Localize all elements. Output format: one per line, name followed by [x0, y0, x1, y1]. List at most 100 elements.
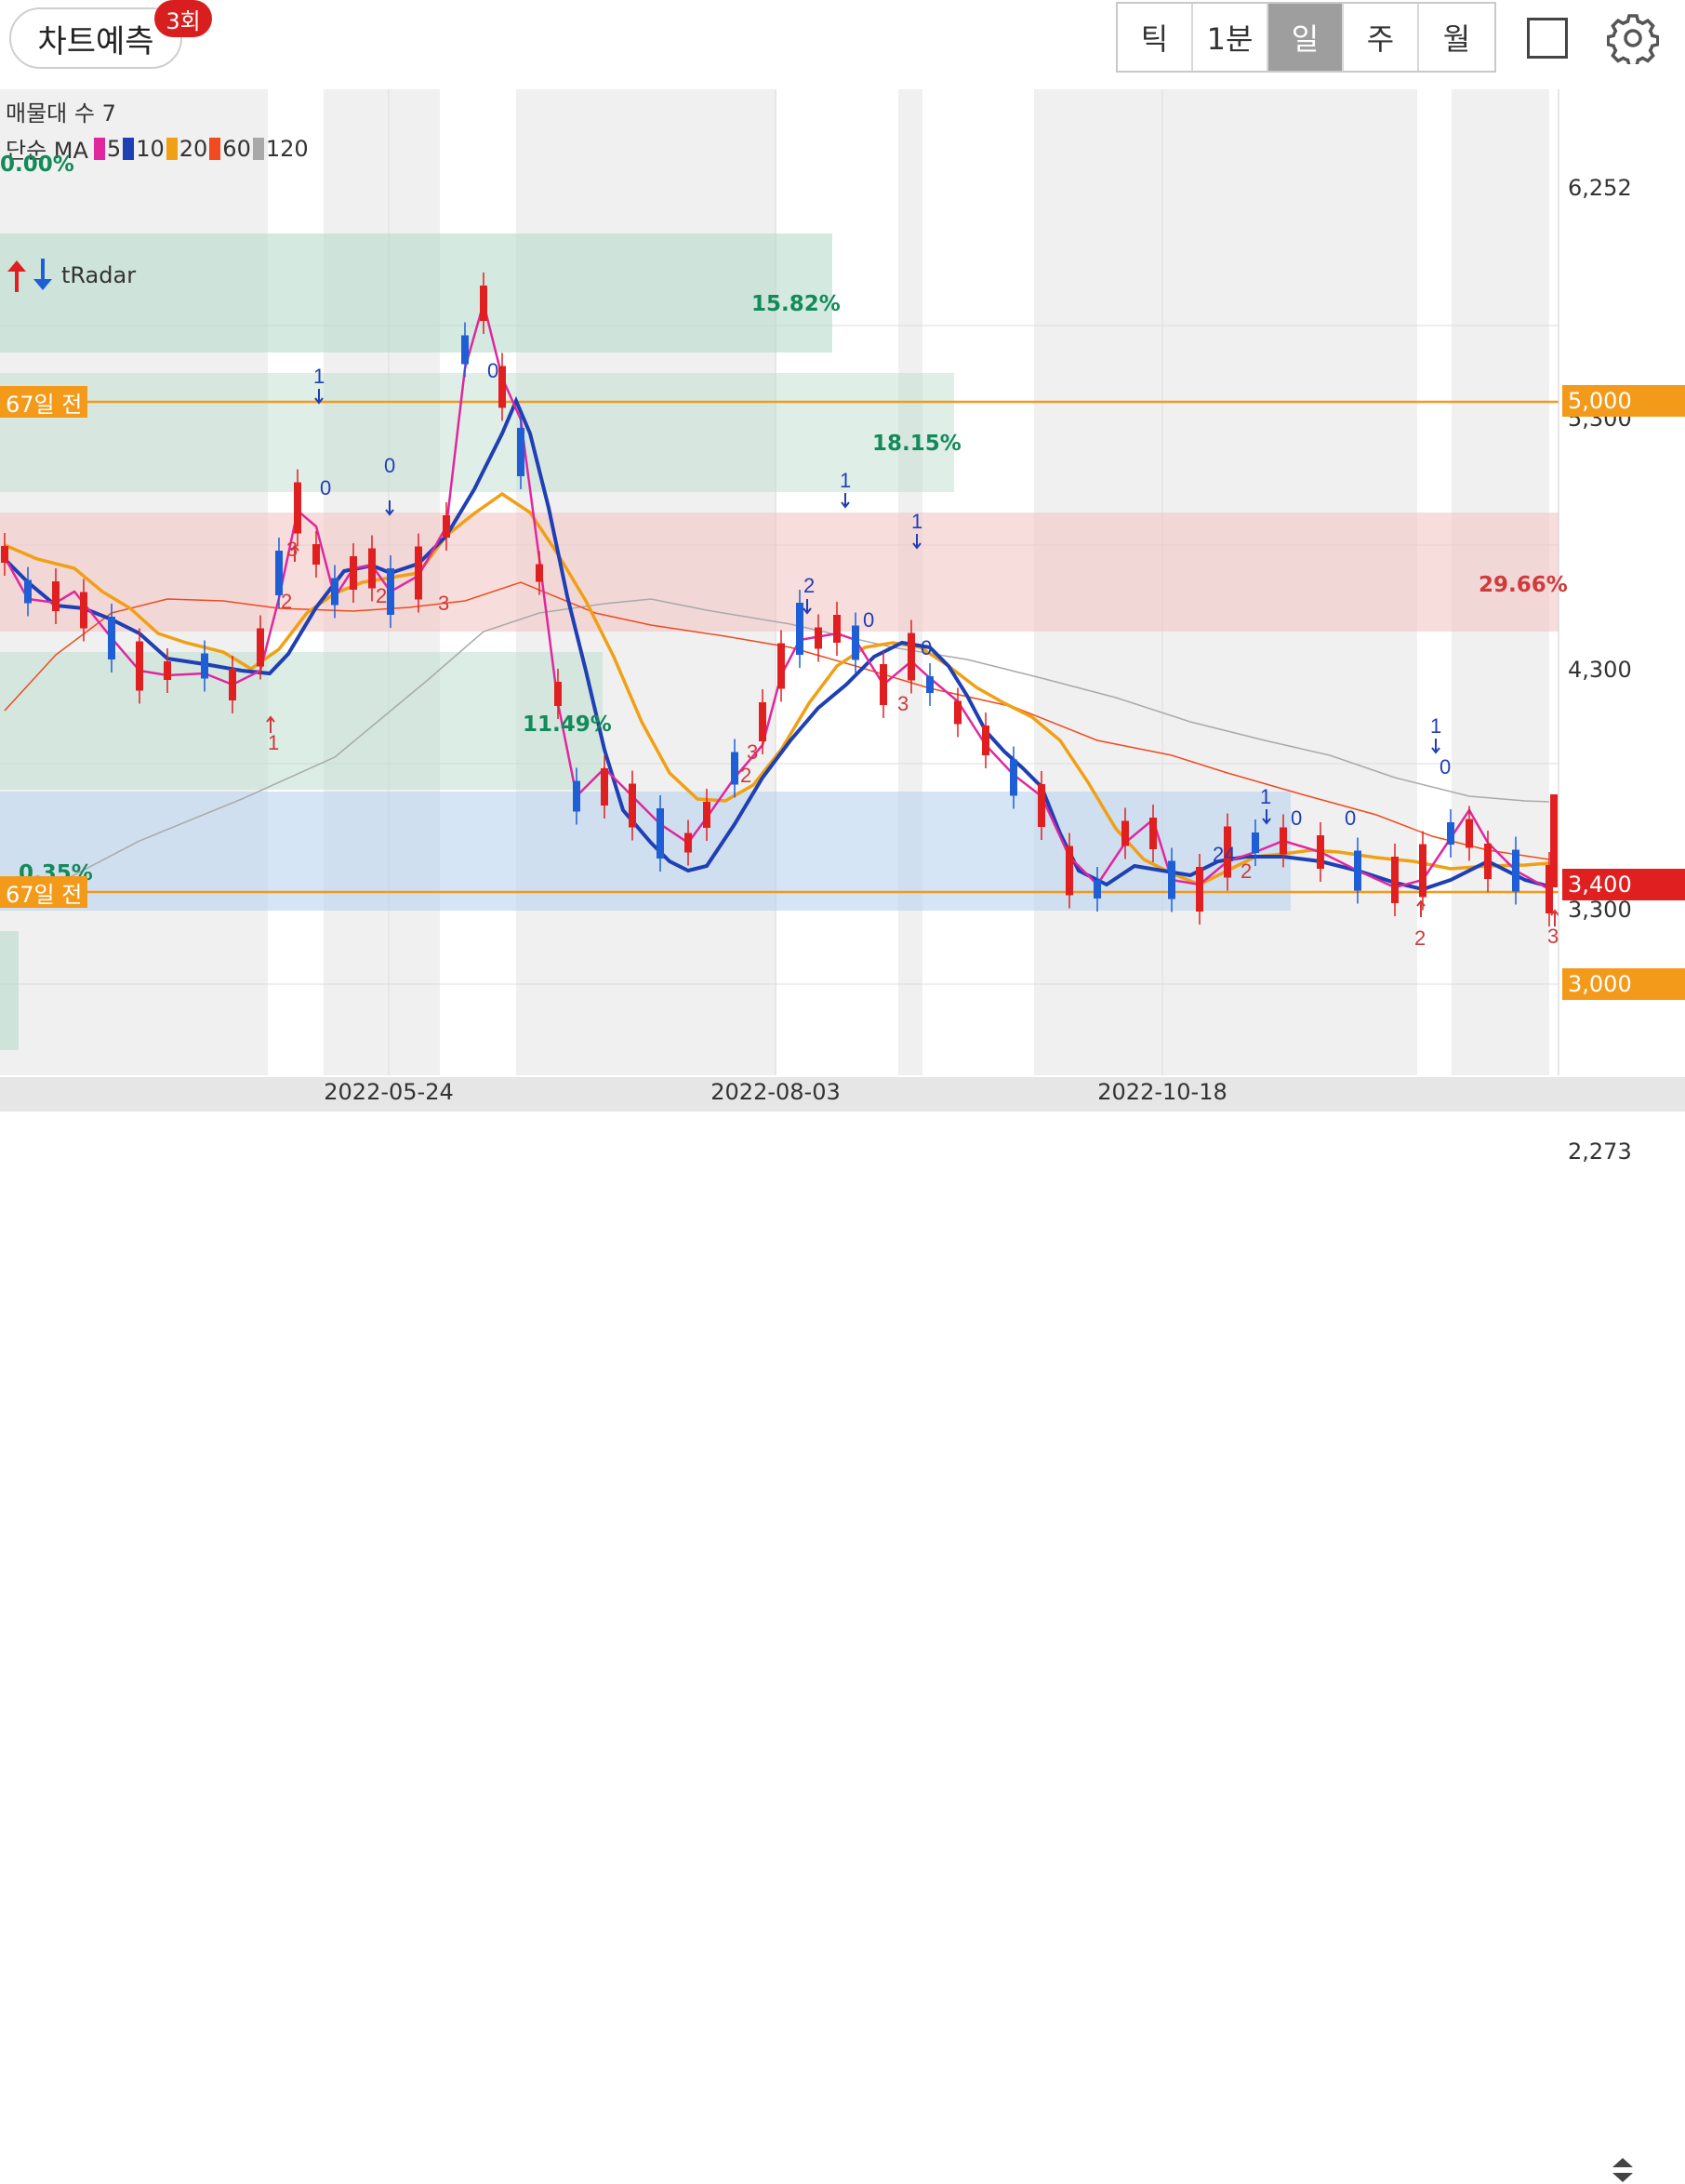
candle-body — [1252, 832, 1259, 853]
candle-body — [1550, 794, 1558, 887]
candle-body — [777, 643, 785, 689]
candle-body — [880, 664, 887, 705]
candle-body — [1094, 880, 1101, 899]
svg-text:0: 0 — [1291, 806, 1302, 830]
candle-body — [1038, 784, 1045, 827]
period-week-tab[interactable]: 주 — [1344, 4, 1419, 71]
svg-text:1: 1 — [911, 510, 922, 533]
zone-percent-4: 11.49% — [523, 712, 612, 737]
svg-text:3: 3 — [1547, 925, 1559, 948]
candle-body — [108, 617, 115, 659]
ma-5-legend: 5 — [93, 136, 121, 162]
x-axis-date-1: 2022-05-24 — [324, 1079, 454, 1105]
candle-body — [554, 682, 562, 706]
candle-body — [275, 551, 283, 595]
ma-60-legend: 60 — [209, 136, 251, 162]
scroll-handle-icon[interactable] — [1607, 2156, 1639, 2184]
candle-body — [657, 808, 664, 859]
candle-body — [1447, 822, 1454, 845]
svg-text:3: 3 — [897, 692, 909, 715]
candle-body — [703, 802, 710, 828]
candle-body — [1354, 850, 1361, 891]
ma-120-legend: 120 — [252, 136, 309, 162]
svg-text:1: 1 — [1260, 785, 1271, 808]
tradar-legend[interactable]: tRadar — [4, 259, 136, 292]
predict-count-badge: 3회 — [154, 0, 212, 37]
tradar-arrows-icon — [7, 259, 52, 292]
square-icon[interactable] — [1527, 18, 1568, 59]
chart-canvas: 1 3 2 1 0 0 2 3 0 2 1 0 3 1 0 2 3 1 0 0 … — [0, 89, 1685, 1075]
chart-predict-label: 차트예측 — [37, 22, 154, 60]
candle-body — [629, 783, 636, 828]
price-tick-3: 4,300 — [1568, 657, 1632, 683]
ma-20-legend: 20 — [166, 136, 207, 162]
candle-body — [387, 568, 394, 615]
candle-body — [350, 556, 357, 590]
candle-body — [1512, 849, 1519, 892]
svg-text:2: 2 — [1414, 926, 1426, 950]
candle-body — [796, 603, 803, 655]
reference-line-tag-lower: 67일 전 — [0, 876, 88, 908]
candle-body — [759, 702, 766, 741]
svg-text:2: 2 — [803, 574, 815, 597]
candle-body — [331, 578, 338, 606]
candle-body — [1391, 857, 1399, 903]
reference-line-tag-upper: 67일 전 — [0, 386, 88, 418]
period-1min-tab[interactable]: 1분 — [1193, 4, 1268, 71]
candle-body — [852, 625, 859, 660]
candle-body — [461, 335, 469, 365]
svg-text:2: 2 — [376, 584, 387, 607]
candle-body — [368, 548, 376, 589]
svg-text:1: 1 — [1430, 714, 1441, 738]
candle-body — [257, 628, 264, 667]
svg-text:0: 0 — [320, 476, 331, 499]
candle-body — [1484, 844, 1492, 879]
candle-body — [80, 592, 87, 629]
ma-10-legend: 10 — [123, 136, 165, 162]
volume-profile-legend: 매물대 수 7 — [6, 100, 116, 127]
candle-body — [1168, 860, 1175, 899]
x-axis[interactable]: 2022-05-24 2022-08-03 2022-10-18 — [0, 1077, 1685, 2182]
svg-text:1: 1 — [268, 731, 279, 754]
price-tick-bottom: 2,273 — [1568, 1139, 1632, 1165]
candle-body — [443, 515, 450, 538]
period-month-tab[interactable]: 월 — [1419, 4, 1494, 71]
price-tick-4: 3,300 — [1568, 897, 1632, 923]
candle-body — [498, 366, 506, 408]
candle-body — [1196, 867, 1203, 912]
svg-text:0: 0 — [487, 359, 498, 382]
candle-body — [294, 482, 301, 534]
candlestick-chart[interactable]: 1 3 2 1 0 0 2 3 0 2 1 0 3 1 0 2 3 1 0 0 … — [0, 89, 1685, 1165]
svg-text:0: 0 — [1440, 755, 1451, 779]
candle-body — [536, 564, 543, 582]
svg-text:0: 0 — [921, 636, 932, 659]
tradar-percent: 0.00% — [0, 153, 74, 177]
candle-body — [1149, 818, 1157, 849]
candle-body — [926, 676, 934, 693]
candle-body — [312, 544, 320, 565]
candle-body — [415, 546, 422, 600]
candle-body — [982, 726, 989, 755]
gear-icon[interactable] — [1606, 12, 1660, 68]
zone-percent-3: 29.66% — [1479, 573, 1568, 597]
tradar-label: tRadar — [61, 262, 137, 288]
svg-text:24: 24 — [1213, 843, 1235, 866]
price-tick-top: 6,252 — [1568, 175, 1632, 201]
candle-body — [731, 752, 738, 785]
period-day-tab[interactable]: 일 — [1268, 4, 1344, 71]
candle-body — [52, 581, 60, 611]
candle-body — [815, 627, 822, 649]
candle-body — [1466, 819, 1473, 848]
candle-body — [229, 669, 236, 700]
svg-text:2: 2 — [1241, 859, 1252, 883]
period-tick-tab[interactable]: 틱 — [1118, 4, 1193, 71]
top-toolbar: 차트예측 3회 틱 1분 일 주 월 — [0, 0, 1685, 91]
svg-text:0: 0 — [1345, 806, 1356, 830]
candle-body — [517, 428, 524, 476]
candle-body — [1280, 827, 1287, 855]
candle-body — [833, 615, 841, 643]
zone-percent-2: 18.15% — [872, 432, 962, 456]
current-price-tag: 3,400 — [1562, 869, 1685, 900]
svg-text:0: 0 — [384, 454, 395, 477]
reference-price-tag-lower: 3,000 — [1562, 968, 1685, 1000]
